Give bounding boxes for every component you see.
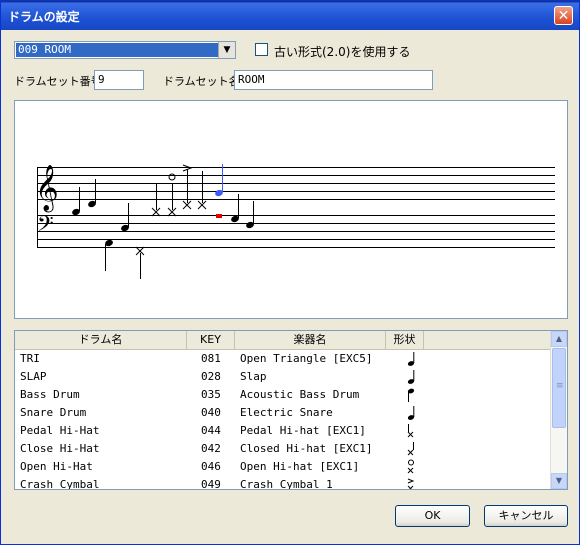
note-bass-drum bbox=[105, 239, 113, 271]
x-circle-note-icon bbox=[407, 459, 414, 474]
column-header-drum-name[interactable]: ドラム名 bbox=[15, 331, 187, 349]
drum-name: SLAP bbox=[20, 370, 47, 383]
instrument-name: Closed Hi-hat [EXC1] bbox=[240, 442, 373, 455]
drum-settings-dialog: ドラムの設定 ✕ 009 ROOM ▼ 古い形式(2.0)を使用する ドラムセッ… bbox=[0, 0, 580, 545]
note-snare bbox=[121, 203, 129, 232]
cancel-button[interactable]: キャンセル bbox=[484, 505, 568, 527]
scroll-thumb[interactable]: ≡ bbox=[552, 348, 566, 428]
old-format-label: 古い形式(2.0)を使用する bbox=[274, 45, 411, 59]
drum-key: 028 bbox=[201, 370, 221, 383]
quarter-note-icon bbox=[407, 352, 415, 366]
drum-key: 046 bbox=[201, 460, 221, 473]
instrument-name: Pedal Hi-hat [EXC1] bbox=[240, 424, 366, 437]
drum-list[interactable]: ドラム名 KEY 楽器名 形状 TRI 081 Open Triangle [E… bbox=[14, 330, 568, 490]
list-item[interactable]: Snare Drum 040 Electric Snare bbox=[15, 404, 551, 422]
window-title: ドラムの設定 bbox=[8, 10, 80, 24]
chevron-down-icon[interactable]: ▼ bbox=[218, 42, 235, 58]
stem-flag-note-icon bbox=[407, 388, 415, 402]
instrument-name: Slap bbox=[240, 370, 267, 383]
cursor-marker bbox=[216, 214, 222, 218]
drumset-number-input[interactable]: 9 bbox=[94, 70, 144, 90]
note-crash bbox=[182, 164, 193, 210]
bass-clef-icon: 𝄢 bbox=[37, 212, 54, 242]
notation-preview: 𝄞 𝄢 bbox=[14, 100, 568, 319]
drum-name: Bass Drum bbox=[20, 388, 80, 401]
list-item[interactable]: Bass Drum 035 Acoustic Bass Drum bbox=[15, 386, 551, 404]
drumset-number-label: ドラムセット番号 bbox=[14, 75, 102, 88]
bass-staff bbox=[37, 215, 555, 248]
drumset-name-label: ドラムセット名 bbox=[163, 75, 240, 88]
list-scrollbar[interactable]: ▲ ≡ ▼ bbox=[550, 331, 567, 489]
column-header-shape[interactable]: 形状 bbox=[386, 331, 424, 349]
scroll-up-icon[interactable]: ▲ bbox=[551, 331, 567, 347]
list-item[interactable]: Close Hi-Hat 042 Closed Hi-hat [EXC1] bbox=[15, 440, 551, 458]
list-item[interactable]: Pedal Hi-Hat 044 Pedal Hi-hat [EXC1] bbox=[15, 422, 551, 440]
treble-staff bbox=[37, 167, 555, 200]
title-bar[interactable]: ドラムの設定 ✕ bbox=[1, 1, 579, 30]
close-button[interactable]: ✕ bbox=[554, 6, 573, 25]
instrument-name: Acoustic Bass Drum bbox=[240, 388, 360, 401]
quarter-note-icon bbox=[407, 406, 415, 420]
list-item[interactable]: SLAP 028 Slap bbox=[15, 368, 551, 386]
grip-icon: ≡ bbox=[556, 381, 564, 391]
note-pedal-hihat bbox=[135, 246, 145, 279]
x-open-note-icon bbox=[407, 442, 414, 456]
drumset-combo-value: 009 ROOM bbox=[16, 43, 218, 57]
column-header-instrument[interactable]: 楽器名 bbox=[235, 331, 386, 349]
drum-name: Open Hi-Hat bbox=[20, 460, 93, 473]
x-accent-note-icon bbox=[407, 478, 415, 489]
drum-key: 081 bbox=[201, 352, 221, 365]
drum-name: TRI bbox=[20, 352, 40, 365]
list-item[interactable]: Crash Cymbal 049 Crash Cymbal 1 bbox=[15, 476, 551, 490]
drum-key: 035 bbox=[201, 388, 221, 401]
quarter-note-icon bbox=[407, 370, 415, 384]
treble-clef-icon: 𝄞 bbox=[35, 165, 59, 213]
drum-name: Crash Cymbal bbox=[20, 478, 100, 490]
ok-button[interactable]: OK bbox=[395, 505, 470, 527]
note-selected bbox=[215, 164, 223, 197]
instrument-name: Open Hi-hat [EXC1] bbox=[240, 460, 360, 473]
instrument-name: Open Triangle [EXC5] bbox=[240, 352, 373, 365]
note-tom-1 bbox=[231, 194, 239, 223]
drum-name: Pedal Hi-Hat bbox=[20, 424, 100, 437]
note-open-hihat bbox=[167, 173, 177, 217]
drum-key: 040 bbox=[201, 406, 221, 419]
drum-name: Close Hi-Hat bbox=[20, 442, 100, 455]
scroll-down-icon[interactable]: ▼ bbox=[551, 473, 567, 489]
instrument-name: Electric Snare bbox=[240, 406, 333, 419]
old-format-checkbox[interactable] bbox=[255, 43, 268, 56]
drum-key: 042 bbox=[201, 442, 221, 455]
instrument-name: Crash Cymbal 1 bbox=[240, 478, 333, 490]
note-ride bbox=[197, 171, 207, 210]
drumset-name-input[interactable]: ROOM bbox=[234, 70, 433, 90]
staff-svg: 𝄞 𝄢 bbox=[35, 164, 555, 279]
list-header: ドラム名 KEY 楽器名 形状 bbox=[15, 331, 551, 350]
x-head-note-icon bbox=[407, 424, 414, 438]
drum-key: 049 bbox=[201, 478, 221, 490]
drumset-combo[interactable]: 009 ROOM ▼ bbox=[14, 41, 236, 59]
list-item[interactable]: TRI 081 Open Triangle [EXC5] bbox=[15, 350, 551, 368]
drum-key: 044 bbox=[201, 424, 221, 437]
drum-name: Snare Drum bbox=[20, 406, 87, 419]
list-item[interactable]: Open Hi-Hat 046 Open Hi-hat [EXC1] bbox=[15, 458, 551, 476]
column-header-key[interactable]: KEY bbox=[187, 331, 235, 349]
